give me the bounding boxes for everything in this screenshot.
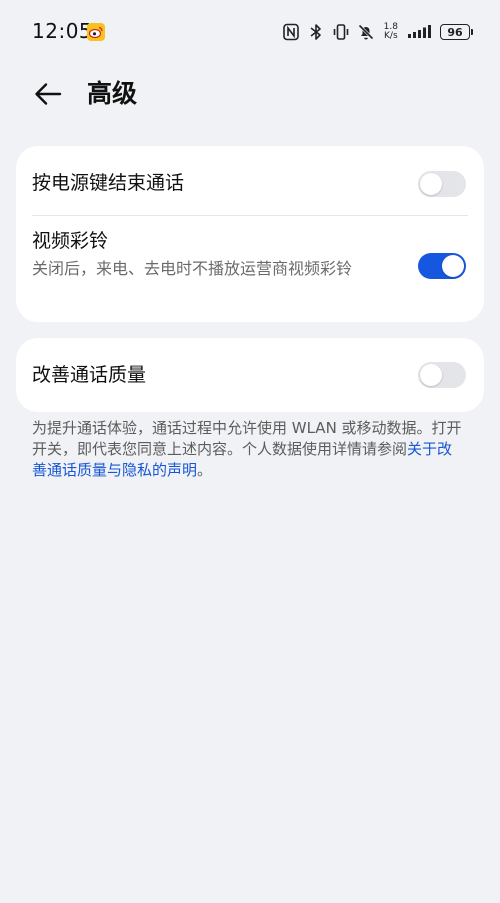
- toggle-knob: [442, 255, 464, 277]
- network-speed: 1.8 K/s: [384, 23, 398, 41]
- status-bar: 12:05 1.8 K/s 96: [0, 0, 500, 62]
- bluetooth-icon: [310, 24, 321, 40]
- toggle-knob: [420, 173, 442, 195]
- power-key-end-call-toggle[interactable]: [418, 171, 466, 197]
- setting-improve-call-quality[interactable]: 改善通话质量: [32, 362, 468, 388]
- weibo-icon: [87, 23, 105, 41]
- privacy-note-end: 。: [197, 461, 213, 479]
- privacy-note: 为提升通话体验，通话过程中允许使用 WLAN 或移动数据。打开开关，即代表您同意…: [32, 418, 464, 481]
- nfc-icon: [282, 23, 299, 41]
- battery-indicator: 96: [440, 24, 473, 40]
- status-icons: 1.8 K/s 96: [282, 20, 473, 44]
- video-ringtone-description: 关闭后，来电、去电时不播放运营商视频彩铃: [32, 259, 353, 278]
- arrow-left-icon: [35, 83, 62, 105]
- setting-power-key-end-call[interactable]: 按电源键结束通话: [32, 170, 468, 196]
- improve-call-quality-toggle[interactable]: [418, 362, 466, 388]
- status-time: 12:05: [32, 19, 93, 43]
- app-header: 高级: [0, 62, 500, 126]
- divider: [32, 215, 468, 216]
- network-speed-unit: K/s: [384, 31, 398, 41]
- power-key-end-call-label: 按电源键结束通话: [32, 172, 185, 194]
- settings-card-quality: 改善通话质量: [16, 338, 484, 412]
- toggle-knob: [420, 364, 442, 386]
- back-button[interactable]: [30, 76, 66, 112]
- vibrate-icon: [333, 24, 348, 40]
- page-title: 高级: [87, 79, 138, 108]
- improve-call-quality-label: 改善通话质量: [32, 364, 147, 386]
- privacy-note-text: 为提升通话体验，通话过程中允许使用 WLAN 或移动数据。打开开关，即代表您同意…: [32, 419, 462, 458]
- settings-card-calls: 按电源键结束通话 视频彩铃 关闭后，来电、去电时不播放运营商视频彩铃: [16, 146, 484, 322]
- video-ringtone-label: 视频彩铃: [32, 230, 109, 252]
- mute-bell-icon: [358, 24, 374, 40]
- setting-video-ringtone[interactable]: 视频彩铃 关闭后，来电、去电时不播放运营商视频彩铃: [32, 228, 468, 279]
- signal-icon: [408, 25, 431, 38]
- video-ringtone-toggle[interactable]: [418, 253, 466, 279]
